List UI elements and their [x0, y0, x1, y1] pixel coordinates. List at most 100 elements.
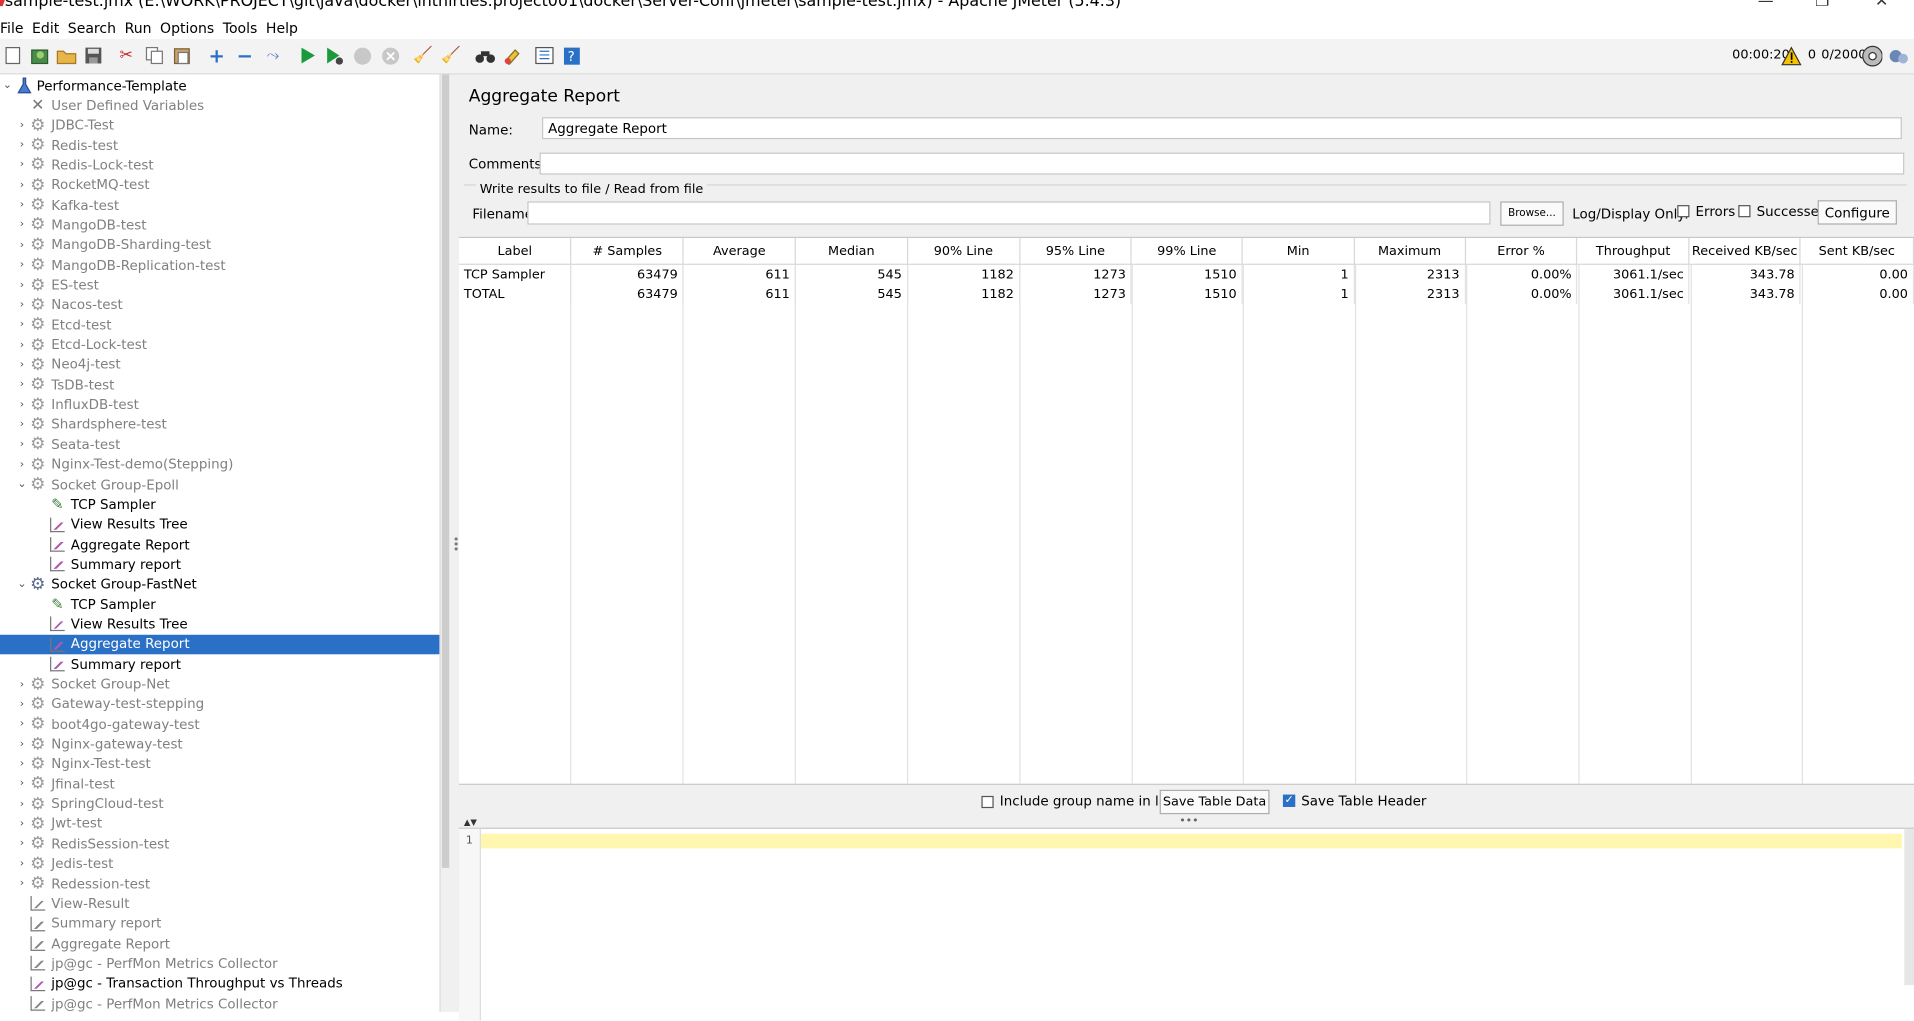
chevron-right-icon[interactable]: › [15, 419, 30, 431]
chevron-right-icon[interactable]: › [15, 339, 30, 351]
close-button[interactable]: ✕ [1875, 0, 1888, 11]
column-header[interactable]: Sent KB/sec [1800, 238, 1914, 265]
chevron-right-icon[interactable]: › [15, 758, 30, 770]
chevron-right-icon[interactable]: › [15, 698, 30, 710]
column-header[interactable]: 95% Line [1019, 238, 1133, 265]
chevron-right-icon[interactable]: › [15, 798, 30, 810]
column-header[interactable]: 90% Line [907, 238, 1020, 265]
chevron-right-icon[interactable]: › [15, 878, 30, 890]
copy-icon[interactable] [144, 45, 165, 66]
toggle-icon[interactable]: ⤳ [262, 45, 283, 66]
tree-node[interactable]: ⌄ Performance-Template [0, 76, 439, 96]
shutdown-icon[interactable] [380, 45, 401, 66]
tree-node[interactable]: › ⚙ Etcd-Lock-test [0, 335, 439, 355]
remote-engines-icon[interactable] [1887, 45, 1908, 66]
tree-node[interactable]: jp@gc - PerfMon Metrics Collector [0, 994, 439, 1012]
column-header[interactable]: 99% Line [1131, 238, 1243, 265]
menu-file[interactable]: File [0, 20, 30, 37]
current-line-highlight[interactable] [480, 833, 1902, 849]
name-field[interactable]: Aggregate Report [541, 117, 1902, 140]
tree-node[interactable]: › ⚙ ES-test [0, 275, 439, 295]
results-table[interactable]: Label # Samples Average Median 90% Line 95% L… [458, 236, 1914, 785]
chevron-right-icon[interactable]: › [15, 838, 30, 850]
tree-node[interactable]: › ⚙ Redis-Lock-test [0, 156, 439, 176]
menu-run[interactable]: Run [122, 20, 157, 37]
tree-node[interactable]: Summary report [0, 914, 439, 934]
chevron-right-icon[interactable]: › [15, 359, 30, 371]
search-binoculars-icon[interactable] [475, 45, 496, 66]
chevron-down-icon[interactable]: ⌄ [0, 79, 15, 91]
tree-node[interactable]: jp@gc - Transaction Throughput vs Thread… [0, 974, 439, 994]
tree-node[interactable]: › ⚙ Jfinal-test [0, 774, 439, 794]
column-header[interactable]: Error % [1465, 238, 1578, 265]
chevron-right-icon[interactable]: › [15, 818, 30, 830]
warning-icon[interactable] [1781, 45, 1802, 66]
chevron-right-icon[interactable]: › [15, 439, 30, 451]
save-icon[interactable] [83, 45, 104, 66]
tree-node[interactable]: › ⚙ RocketMQ-test [0, 175, 439, 195]
stop-icon[interactable] [352, 45, 373, 66]
tree-node[interactable]: › ⚙ Nginx-gateway-test [0, 734, 439, 754]
tree-node[interactable]: › ⚙ Nacos-test [0, 295, 439, 315]
chevron-right-icon[interactable]: › [15, 119, 30, 131]
tree-node[interactable]: Aggregate Report [0, 634, 440, 655]
chevron-right-icon[interactable]: › [15, 678, 30, 690]
tree-node[interactable]: › ⚙ InfluxDB-test [0, 395, 439, 415]
tree-node[interactable]: › ⚙ Socket Group-Net [0, 674, 439, 694]
new-icon[interactable] [2, 45, 23, 66]
chevron-right-icon[interactable]: › [15, 259, 30, 271]
tree-node[interactable]: › ⚙ MangoDB-Sharding-test [0, 235, 439, 255]
paste-icon[interactable] [172, 45, 193, 66]
tree-node[interactable]: › ⚙ MangoDB-test [0, 215, 439, 235]
help-icon[interactable]: ? [562, 45, 583, 66]
menu-tools[interactable]: Tools [220, 20, 263, 37]
column-header[interactable]: Maximum [1354, 238, 1466, 265]
tree-node[interactable]: › ⚙ Etcd-test [0, 315, 439, 335]
chevron-right-icon[interactable]: › [15, 459, 30, 471]
filename-field[interactable] [527, 201, 1491, 225]
chevron-right-icon[interactable]: › [15, 718, 30, 730]
tree-node[interactable]: › ⚙ Neo4j-test [0, 355, 439, 375]
chevron-right-icon[interactable]: › [15, 858, 30, 870]
tree-node[interactable]: › ⚙ RedisSession-test [0, 834, 439, 854]
chevron-right-icon[interactable]: › [15, 399, 30, 411]
tree-node[interactable]: › ⚙ MangoDB-Replication-test [0, 255, 439, 275]
chevron-down-icon[interactable]: ⌄ [15, 479, 30, 491]
tree-node[interactable]: › ⚙ Gateway-test-stepping [0, 694, 439, 714]
column-header[interactable]: Median [795, 238, 908, 265]
tree-node[interactable]: › ⚙ Nginx-Test-demo(Stepping) [0, 455, 439, 475]
clear-all-icon[interactable]: 🧹 [441, 45, 462, 66]
chevron-right-icon[interactable]: › [15, 738, 30, 750]
tree-node[interactable]: Aggregate Report [0, 535, 439, 555]
table-row[interactable]: TCP Sampler 63479 611 545 1182 1273 1510 1 2313 0… [458, 264, 1914, 285]
column-header[interactable]: Throughput [1577, 238, 1690, 265]
start-no-pauses-icon[interactable] [323, 45, 344, 66]
tree-node[interactable]: Summary report [0, 555, 439, 575]
chevron-right-icon[interactable]: › [15, 179, 30, 191]
menu-edit[interactable]: Edit [30, 20, 66, 37]
tree-node[interactable]: ⌄ ⚙ Socket Group-Epoll [0, 475, 439, 495]
tree-node[interactable]: View Results Tree [0, 615, 439, 635]
chevron-right-icon[interactable]: › [15, 379, 30, 391]
chevron-right-icon[interactable]: › [15, 159, 30, 171]
collapse-all-icon[interactable]: − [234, 45, 255, 66]
chevron-right-icon[interactable]: › [15, 279, 30, 291]
tree-node[interactable]: › ⚙ JDBC-Test [0, 116, 439, 136]
column-header[interactable]: # Samples [571, 238, 684, 265]
column-header[interactable]: Label [458, 238, 572, 265]
chevron-right-icon[interactable]: › [15, 299, 30, 311]
successes-checkbox[interactable] [1738, 205, 1751, 218]
test-plan-tree[interactable]: ⌄ Performance-Template ✕ User Defined Varia… [0, 74, 440, 1012]
column-header[interactable]: Received KB/sec [1689, 238, 1801, 265]
minimize-button[interactable]: — [1758, 0, 1774, 11]
tree-node[interactable]: Summary report [0, 654, 439, 674]
tree-node[interactable]: Aggregate Report [0, 934, 439, 954]
tree-node[interactable]: › ⚙ Shardsphere-test [0, 415, 439, 435]
chevron-right-icon[interactable]: › [15, 319, 30, 331]
tree-node[interactable]: ✎ TCP Sampler [0, 495, 439, 515]
chevron-right-icon[interactable]: › [15, 199, 30, 211]
results-grid[interactable]: Label # Samples Average Median 90% Line 95% L… [458, 238, 1914, 304]
tree-node[interactable]: ⌄ ⚙ Socket Group-FastNet [0, 575, 439, 595]
chevron-right-icon[interactable]: › [15, 139, 30, 151]
log-scrollbar[interactable] [1904, 828, 1914, 986]
